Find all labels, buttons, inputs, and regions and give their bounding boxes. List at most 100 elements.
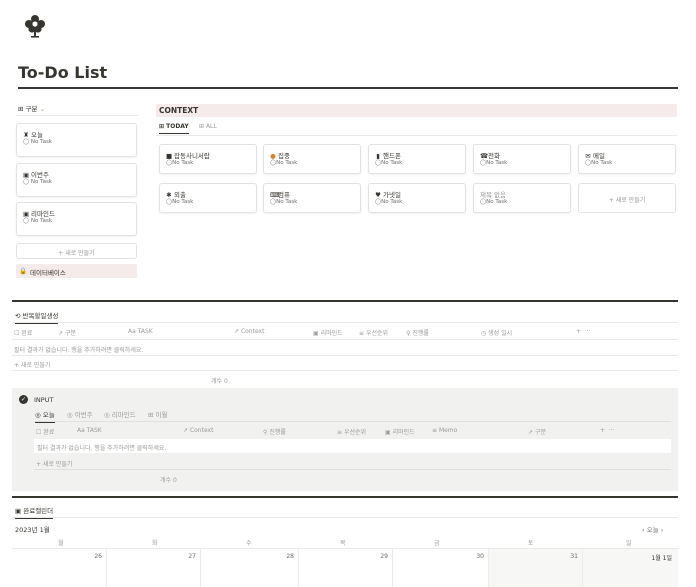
group-label: 오늘 [31, 131, 43, 139]
chevron-right-icon[interactable]: › [661, 526, 664, 534]
empty-row[interactable]: 필터 결과가 없습니다. 행을 추가하려면 클릭하세요. [34, 439, 671, 453]
column-header[interactable]: Aa TASK [128, 328, 153, 335]
add-column-button[interactable]: + ··· [600, 427, 615, 434]
tab-today[interactable]: ⊞ TODAY [159, 123, 189, 134]
calendar-nav[interactable]: ‹ 오늘 › [642, 524, 663, 534]
page-title: To-Do List [18, 63, 108, 82]
history-icon: ⟲ [15, 312, 21, 320]
context-card[interactable]: ✱ 외출 ◯No Task [159, 183, 257, 213]
weekday-label: 수 [246, 540, 252, 547]
column-header[interactable]: ☐ 완료 [14, 328, 32, 337]
calendar-date[interactable]: 28 [274, 553, 294, 560]
context-header: CONTEXT [156, 104, 677, 117]
weekday-label: 금 [434, 540, 440, 547]
column-header[interactable]: ⚲ 진행률 [263, 427, 286, 436]
today-button[interactable]: 오늘 [647, 526, 659, 534]
column-header[interactable]: ↗ Context [183, 427, 213, 434]
context-card[interactable]: ▮ 핸드폰 ◯No Task [368, 144, 466, 174]
tab-label: 반복할일생성 [22, 312, 59, 320]
column-header[interactable]: ≡ Memo [432, 427, 457, 434]
context-card[interactable]: ⌨컴퓨 ◯No Task [263, 183, 361, 213]
calendar-month: 2023년 1월 [15, 526, 50, 534]
new-row-button[interactable]: + 새로 만들기 [14, 360, 50, 369]
card-label: 가넷일 [383, 191, 401, 199]
target-icon: ◎ [35, 411, 41, 419]
input-panel: ✓ INPUT ◎ 오늘 ◎ 이번주 ◎ 리마인드 ⊞ 이월 ☐ 완료 Aa T… [12, 388, 678, 491]
tab-carryover[interactable]: ⊞ 이월 [148, 409, 168, 419]
drawer-icon: ■ [166, 152, 173, 160]
database-link[interactable]: 🔒 데이터베이스 [16, 264, 137, 278]
input-title: INPUT [34, 396, 54, 404]
context-title: CONTEXT [159, 106, 199, 115]
context-card[interactable]: ☎전화 ◯No Task [473, 144, 571, 174]
group-sub: No Task [30, 179, 53, 185]
weekday-label: 월 [58, 540, 64, 547]
empty-state[interactable]: 필터 결과가 없습니다. 행을 추가하려면 클릭하세요. [14, 345, 143, 354]
mail-icon: ✉ [585, 152, 591, 160]
group-card-today[interactable]: ♜ 오늘 ◯ No Task [16, 123, 137, 157]
column-header[interactable]: ↗ 구분 [528, 427, 546, 436]
calendar-date[interactable]: 27 [176, 553, 196, 560]
table-icon: ⊞ [148, 411, 154, 419]
calendar-date[interactable]: 29 [368, 553, 388, 560]
view-selector[interactable]: ⊞ 구분 ⌄ [18, 103, 45, 113]
board-icon: ⊞ [159, 123, 165, 130]
calendar-date[interactable]: 31 [558, 553, 578, 560]
lock-icon: 🔒 [19, 267, 28, 275]
card-label: 제목 없음 [480, 191, 506, 199]
new-context-button[interactable]: + 새로 만들기 [578, 183, 676, 213]
status-icon: ◯ [23, 218, 30, 224]
group-sub: No Task [30, 139, 53, 145]
group-label: 이번주 [31, 171, 49, 179]
target-icon: ◎ [104, 411, 110, 419]
context-card[interactable]: 제목 없음 ◯No Task [473, 183, 571, 213]
weekday-label: 토 [528, 540, 534, 547]
add-column-button[interactable]: + ··· [576, 328, 591, 335]
chevron-left-icon[interactable]: ‹ [642, 526, 645, 534]
card-sub: No Task [591, 160, 613, 166]
card-sub: No Task [276, 160, 298, 166]
column-header[interactable]: ◷ 생성 일시 [481, 328, 512, 337]
database-label: 데이터베이스 [30, 269, 66, 277]
context-card[interactable]: ■ 잡동사니서랍 ◯No Task [159, 144, 257, 174]
page-icon[interactable] [24, 14, 46, 38]
column-header[interactable]: Aa TASK [77, 427, 102, 434]
card-sub: No Task [486, 199, 508, 205]
calendar-date[interactable]: 30 [464, 553, 484, 560]
count-label: 개수 0 [160, 477, 177, 484]
card-sub: No Task [381, 199, 403, 205]
new-label: + 새로 만들기 [58, 250, 95, 257]
group-card-week[interactable]: ▣ 이번주 ◯ No Task [16, 163, 137, 197]
column-header[interactable]: ↗ Context [234, 328, 264, 335]
context-card[interactable]: ♥ 가넷일 ◯No Task [368, 183, 466, 213]
new-row-button[interactable]: + 새로 만들기 [36, 459, 72, 468]
column-header[interactable]: ☐ 완료 [36, 427, 54, 436]
calendar-icon: ▣ [15, 507, 22, 515]
column-header[interactable]: ▣ 리마인드 [313, 328, 343, 337]
column-header[interactable]: ↗ 구분 [58, 328, 76, 337]
card-sub: No Task [486, 160, 508, 166]
weekday-label: 목 [340, 540, 346, 547]
group-card-remind[interactable]: ▣ 리마인드 ◯ No Task [16, 202, 137, 236]
title-divider [18, 87, 678, 89]
tab-week[interactable]: ◎ 이번주 [67, 409, 93, 419]
trophy-icon: ♜ [23, 131, 29, 139]
column-header[interactable]: ≡ 우선순위 [337, 427, 366, 436]
column-header[interactable]: ▣ 리마인드 [385, 427, 415, 436]
tab-remind[interactable]: ◎ 리마인드 [104, 409, 136, 419]
context-card[interactable]: ● 집중 ◯No Task [263, 144, 361, 174]
calendar-icon: ▣ [23, 171, 30, 179]
tab-label: 완료캘린더 [23, 507, 54, 515]
calendar-date[interactable]: 1월 1일 [640, 553, 672, 562]
heart-icon: ♥ [375, 191, 381, 199]
card-label: 잡동사니서랍 [174, 152, 210, 160]
context-card[interactable]: ✉ 메일 ◯No Task [578, 144, 676, 174]
column-header[interactable]: ≡ 우선순위 [359, 328, 388, 337]
column-header[interactable]: ⚲ 진행률 [406, 328, 429, 337]
tab-all[interactable]: ⊞ ALL [199, 123, 217, 130]
status-icon: ◯ [23, 139, 30, 145]
calendar-date[interactable]: 26 [82, 553, 102, 560]
group-label: 리마인드 [31, 210, 55, 218]
new-group-button[interactable]: + 새로 만들기 [16, 243, 137, 259]
weekday-label: 화 [152, 540, 158, 547]
